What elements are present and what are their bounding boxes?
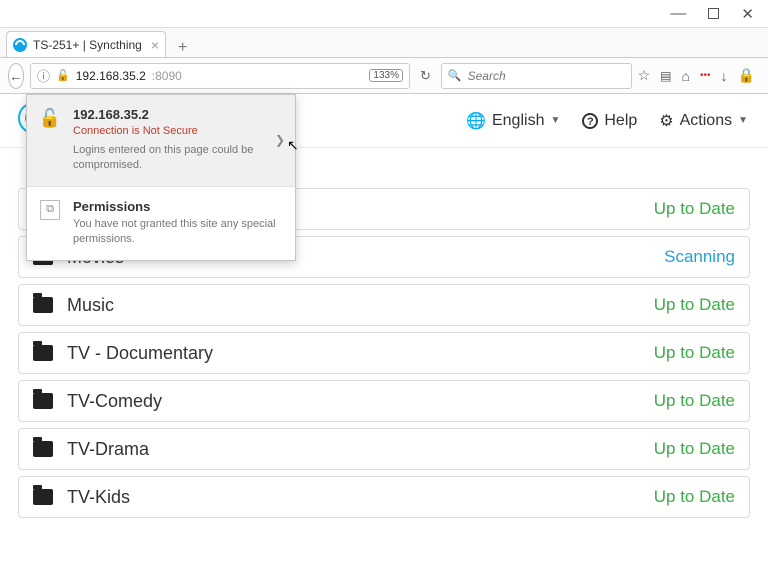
search-icon: 🔍 [448, 69, 462, 82]
actions-menu[interactable]: ⚙ Actions ▼ [659, 111, 748, 131]
folder-name: Music [67, 295, 114, 316]
extension-icon[interactable]: ••• [700, 70, 711, 81]
folder-name: TV-Drama [67, 439, 149, 460]
folder-name: TV - Documentary [67, 343, 213, 364]
permissions-icon: ⧉ [39, 199, 61, 221]
security-icon[interactable]: 🔓 [56, 69, 70, 82]
bookmark-star-icon[interactable]: ☆ [638, 67, 651, 84]
back-button[interactable]: ← [8, 63, 24, 89]
home-icon[interactable]: ⌂ [682, 68, 690, 84]
permissions-detail: You have not granted this site any speci… [73, 217, 283, 248]
popover-warning: Connection is Not Secure [73, 125, 283, 137]
permissions-title: Permissions [73, 199, 283, 214]
chevron-right-icon[interactable]: ❯ [275, 133, 285, 147]
help-icon: ? [582, 113, 598, 129]
site-identity-popover: 🔓 192.168.35.2 Connection is Not Secure … [26, 94, 296, 261]
gear-icon: ⚙ [659, 111, 673, 131]
browser-tab[interactable]: TS-251+ | Syncthing × [6, 31, 166, 57]
folder-icon [33, 441, 53, 457]
url-host: 192.168.35.2 [76, 69, 146, 83]
minimize-button[interactable]: — [670, 5, 686, 23]
help-label: Help [604, 112, 637, 130]
folder-icon [33, 345, 53, 361]
folder-status: Up to Date [654, 439, 735, 459]
popover-detail: Logins entered on this page could be com… [73, 143, 283, 174]
folder-status: Up to Date [654, 391, 735, 411]
folder-name: TV-Comedy [67, 391, 162, 412]
folder-status: Up to Date [654, 343, 735, 363]
tab-title: TS-251+ | Syncthing [33, 38, 142, 52]
permissions-section: ⧉ Permissions You have not granted this … [27, 186, 295, 260]
folder-icon [33, 297, 53, 313]
connection-security-section[interactable]: 🔓 192.168.35.2 Connection is Not Secure … [27, 95, 295, 186]
help-link[interactable]: ? Help [582, 112, 637, 130]
window-titlebar: — ✕ [0, 0, 768, 28]
popover-host: 192.168.35.2 [73, 107, 283, 122]
search-bar[interactable]: 🔍 [441, 63, 632, 89]
folder-row[interactable]: TV-Drama Up to Date [18, 428, 750, 470]
search-input[interactable] [468, 69, 625, 83]
language-label: English [492, 112, 544, 130]
maximize-button[interactable] [708, 8, 719, 19]
browser-tabstrip: TS-251+ | Syncthing × + [0, 28, 768, 58]
actions-label: Actions [680, 112, 732, 130]
folder-icon [33, 489, 53, 505]
globe-icon: 🌐 [466, 111, 486, 131]
reload-button[interactable]: ↻ [416, 68, 435, 84]
library-icon[interactable]: ▤ [660, 69, 671, 83]
insecure-lock-icon: 🔓 [39, 107, 61, 129]
folder-status: Up to Date [654, 295, 735, 315]
zoom-indicator[interactable]: 133% [369, 69, 403, 82]
folder-icon [33, 393, 53, 409]
close-button[interactable]: ✕ [741, 5, 754, 23]
folder-row[interactable]: TV-Comedy Up to Date [18, 380, 750, 422]
identity-icon[interactable]: ⓘ [37, 66, 50, 85]
lock-icon[interactable]: 🔒 [738, 67, 755, 84]
folder-name: TV-Kids [67, 487, 130, 508]
downloads-icon[interactable]: ↓ [721, 68, 728, 84]
browser-toolbar: ← ⓘ 🔓 192.168.35.2 :8090 133% ↻ 🔍 ☆ ▤ ⌂ •… [0, 58, 768, 94]
folder-status: Up to Date [654, 199, 735, 219]
folder-row[interactable]: TV-Kids Up to Date [18, 476, 750, 518]
new-tab-button[interactable]: + [172, 39, 193, 57]
folder-status: Scanning [664, 247, 735, 267]
tab-close-icon[interactable]: × [151, 37, 159, 53]
url-port: :8090 [152, 69, 182, 83]
folder-row[interactable]: Music Up to Date [18, 284, 750, 326]
folder-row[interactable]: TV - Documentary Up to Date [18, 332, 750, 374]
address-bar[interactable]: ⓘ 🔓 192.168.35.2 :8090 133% [30, 63, 410, 89]
folder-status: Up to Date [654, 487, 735, 507]
chevron-down-icon: ▼ [550, 115, 560, 126]
chevron-down-icon: ▼ [738, 115, 748, 126]
favicon-icon [13, 38, 27, 52]
language-menu[interactable]: 🌐 English ▼ [466, 111, 560, 131]
